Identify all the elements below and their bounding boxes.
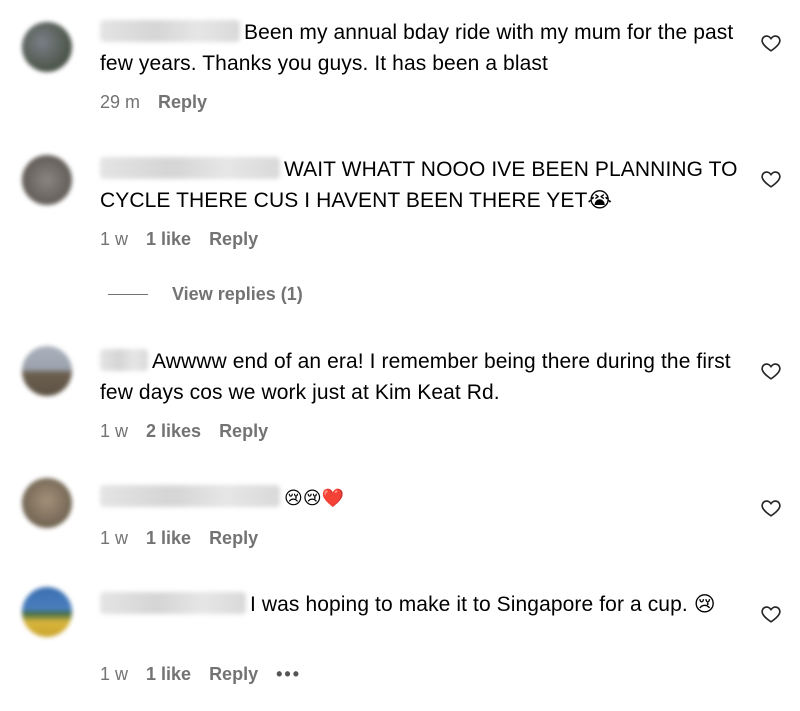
view-replies-label: View replies (1): [172, 284, 303, 304]
timestamp: 1 w: [100, 664, 129, 684]
heart-icon[interactable]: [760, 168, 782, 190]
heart-icon[interactable]: [760, 360, 782, 382]
avatar[interactable]: [22, 22, 72, 72]
avatar[interactable]: [22, 346, 72, 396]
timestamp: 29 m: [100, 92, 141, 112]
comment-text-block: Been my annual bday ride with my mum for…: [100, 17, 740, 79]
comment-text: 😢😢❤️: [284, 488, 345, 509]
comment-meta: 1 w 1 like Reply •••: [100, 664, 301, 685]
heart-icon[interactable]: [760, 32, 782, 54]
avatar[interactable]: [22, 587, 72, 637]
comment-text-block: I was hoping to make it to Singapore for…: [100, 589, 740, 620]
username-redacted[interactable]: [100, 592, 246, 614]
more-options-icon[interactable]: •••: [276, 664, 301, 685]
timestamp: 1 w: [100, 229, 129, 249]
comment-meta: 1 w 1 like Reply: [100, 528, 258, 549]
reply-button[interactable]: Reply: [158, 92, 207, 113]
like-count[interactable]: 1 like: [146, 229, 191, 250]
comment-meta: 1 w 1 like Reply: [100, 229, 258, 250]
avatar[interactable]: [22, 478, 72, 528]
heart-icon[interactable]: [760, 497, 782, 519]
like-count[interactable]: 1 like: [146, 528, 191, 549]
comment-meta: 1 w 2 likes Reply: [100, 421, 268, 442]
username-redacted[interactable]: [100, 485, 280, 507]
reply-button[interactable]: Reply: [209, 229, 258, 250]
comment-text-block: 😢😢❤️: [100, 482, 740, 514]
view-replies-button[interactable]: View replies (1): [108, 284, 303, 305]
comment-text-block: WAIT WHATT NOOO IVE BEEN PLANNING TO CYC…: [100, 154, 740, 216]
comment-text-block: Awwww end of an era! I remember being th…: [100, 346, 740, 408]
username-redacted[interactable]: [100, 20, 240, 42]
comment-text: I was hoping to make it to Singapore for…: [250, 593, 716, 616]
timestamp: 1 w: [100, 528, 129, 548]
avatar[interactable]: [22, 155, 72, 205]
timestamp: 1 w: [100, 421, 129, 441]
divider-line: [108, 294, 148, 295]
like-count[interactable]: 1 like: [146, 664, 191, 685]
username-redacted[interactable]: [100, 349, 148, 371]
heart-icon[interactable]: [760, 603, 782, 625]
reply-button[interactable]: Reply: [209, 528, 258, 549]
like-count[interactable]: 2 likes: [146, 421, 201, 442]
username-redacted[interactable]: [100, 157, 280, 179]
comment-meta: 29 m Reply: [100, 92, 207, 113]
reply-button[interactable]: Reply: [209, 664, 258, 685]
comment-text: Awwww end of an era! I remember being th…: [100, 350, 731, 404]
reply-button[interactable]: Reply: [219, 421, 268, 442]
